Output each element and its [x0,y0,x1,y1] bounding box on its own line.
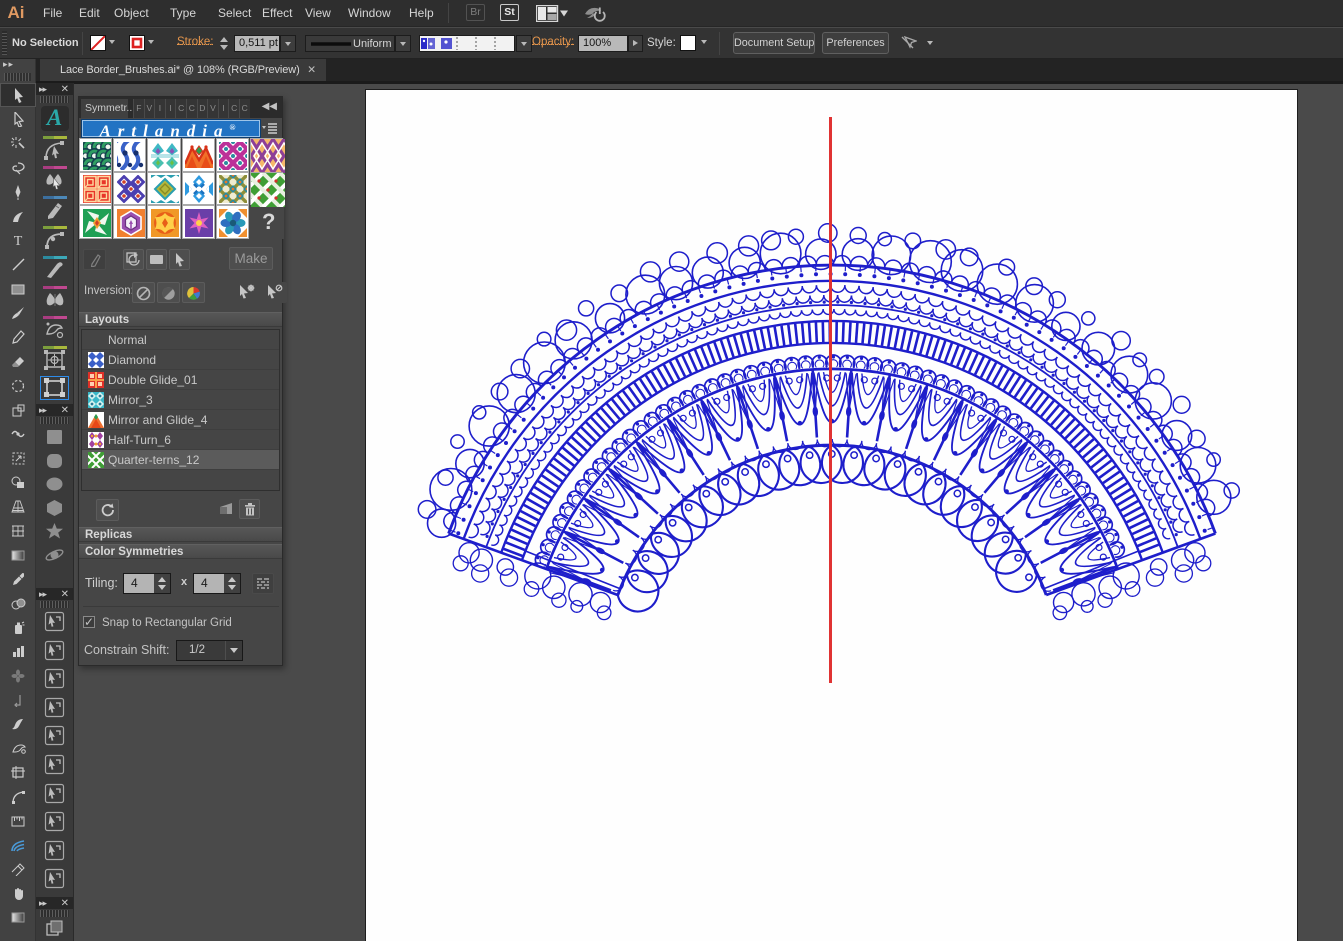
svg-text:T: T [14,234,23,247]
